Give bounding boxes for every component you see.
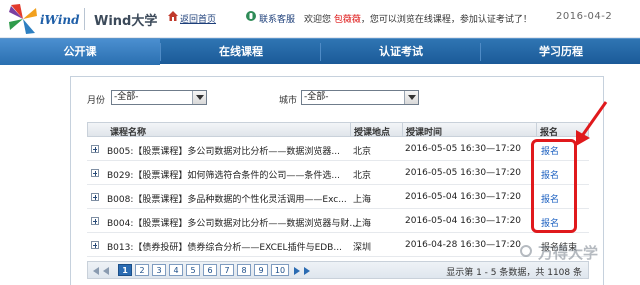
first-page-icon[interactable] (93, 267, 99, 275)
expand-icon[interactable] (91, 241, 99, 249)
page-number[interactable]: 2 (135, 264, 149, 276)
table-row: B004:【股票课程】多公司数据对比分析——数据浏览器与财... 上海 2016… (87, 209, 589, 233)
username: 包薇薇 (333, 15, 361, 25)
table-row: B008:【股票课程】多品种数据的个性化灵活调用——Exc... 上海 2016… (87, 185, 589, 209)
site-name: Wind大学 (94, 14, 158, 29)
page-number[interactable]: 5 (186, 264, 200, 276)
course-title: B029:【股票课程】如何筛选符合条件的公司——条件选... (107, 171, 340, 181)
course-location: 北京 (353, 171, 372, 181)
top-header: iWind Wind大学 返回首页 联系客服 欢迎您 包薇薇，您可以浏览在线课程… (0, 0, 640, 38)
page-number[interactable]: 9 (254, 264, 268, 276)
expand-icon[interactable] (91, 193, 99, 201)
table-row: B013:【债券投研】债券综合分析——EXCEL插件与EDB... 深圳 201… (87, 233, 589, 257)
page-number[interactable]: 8 (237, 264, 251, 276)
column-divider (350, 123, 351, 136)
page-number[interactable]: 7 (220, 264, 234, 276)
watermark: 万得大学 (538, 244, 599, 262)
page-number[interactable]: 10 (271, 264, 289, 276)
home-icon (168, 11, 178, 21)
page-number-current[interactable]: 1 (118, 264, 132, 276)
month-select[interactable]: -全部- (111, 90, 207, 105)
tab-learning-history[interactable]: 学习历程 (482, 39, 640, 65)
course-time: 2016-04-28 16:30—17:20 (405, 240, 522, 250)
month-filter-label: 月份 (87, 96, 106, 106)
table-header: 课程名称 授课地点 授课时间 报名 (87, 122, 589, 138)
column-divider (402, 123, 403, 136)
current-date: 2016-04-2 (556, 11, 613, 22)
nav-divider (320, 43, 321, 61)
nav-divider (480, 43, 481, 61)
table-row: B005:【股票课程】多公司数据对比分析——数据浏览器... 北京 2016-0… (87, 137, 589, 161)
page-number[interactable]: 4 (169, 264, 183, 276)
contact-service-link[interactable]: 联系客服 (259, 12, 295, 25)
column-divider (536, 123, 537, 136)
course-title: B004:【股票课程】多公司数据对比分析——数据浏览器与财... (107, 219, 358, 229)
month-select-value: -全部- (114, 92, 139, 102)
course-location: 深圳 (353, 243, 372, 253)
next-page-icon[interactable] (294, 267, 300, 275)
pagination-info: 显示第 1 - 5 条数据，共 1108 条 (446, 268, 582, 278)
chevron-down-icon (404, 91, 418, 104)
course-title: B005:【股票课程】多公司数据对比分析——数据浏览器... (107, 147, 340, 157)
main-nav: 公开课 在线课程 认证考试 学习历程 (0, 38, 640, 65)
logo-pinwheel-icon (9, 4, 37, 34)
logo[interactable]: iWind (6, 2, 80, 36)
prev-page-icon[interactable] (103, 267, 109, 275)
home-link[interactable]: 返回首页 (180, 12, 216, 25)
city-select[interactable]: -全部- (301, 90, 419, 105)
city-select-value: -全部- (304, 92, 329, 102)
page-number[interactable]: 3 (152, 264, 166, 276)
header-divider (84, 8, 85, 30)
course-location: 北京 (353, 147, 372, 157)
course-time: 2016-05-05 16:30—17:20 (405, 144, 522, 154)
course-table: 课程名称 授课地点 授课时间 报名 B005:【股票课程】多公司数据对比分析——… (87, 122, 589, 257)
expand-icon[interactable] (91, 217, 99, 225)
city-filter-label: 城市 (279, 96, 298, 106)
last-page-icon[interactable] (304, 267, 310, 275)
welcome-message: 欢迎您 包薇薇，您可以浏览在线课程，参加认证考试了！ (304, 12, 532, 25)
course-time: 2016-05-04 16:30—17:20 (405, 192, 522, 202)
expand-icon[interactable] (91, 145, 99, 153)
course-title: B008:【股票课程】多品种数据的个性化灵活调用——Exc... (107, 195, 347, 205)
highlight-box (531, 139, 577, 233)
expand-icon[interactable] (91, 169, 99, 177)
logo-text: iWind (40, 13, 80, 27)
nav-divider (160, 43, 161, 61)
course-time: 2016-05-05 16:30—17:20 (405, 168, 522, 178)
pagination-bar: 1 2 3 4 5 6 7 8 9 10 显示第 1 - 5 条数据，共 110… (87, 261, 589, 279)
course-location: 上海 (353, 195, 372, 205)
course-location: 上海 (353, 219, 372, 229)
welcome-suffix: ，您可以浏览在线课程，参加认证考试了！ (360, 15, 532, 25)
table-row: B029:【股票课程】如何筛选符合条件的公司——条件选... 北京 2016-0… (87, 161, 589, 185)
tab-certification-exam[interactable]: 认证考试 (322, 39, 480, 65)
watermark-icon (520, 245, 532, 257)
chevron-down-icon (192, 91, 206, 104)
tab-online-courses[interactable]: 在线课程 (162, 39, 320, 65)
course-time: 2016-05-04 16:30—17:20 (405, 216, 522, 226)
page-number[interactable]: 6 (203, 264, 217, 276)
course-title: B013:【债券投研】债券综合分析——EXCEL插件与EDB... (107, 243, 342, 253)
phone-icon (246, 11, 256, 21)
tab-open-courses[interactable]: 公开课 (0, 39, 160, 65)
welcome-prefix: 欢迎您 (304, 15, 332, 25)
